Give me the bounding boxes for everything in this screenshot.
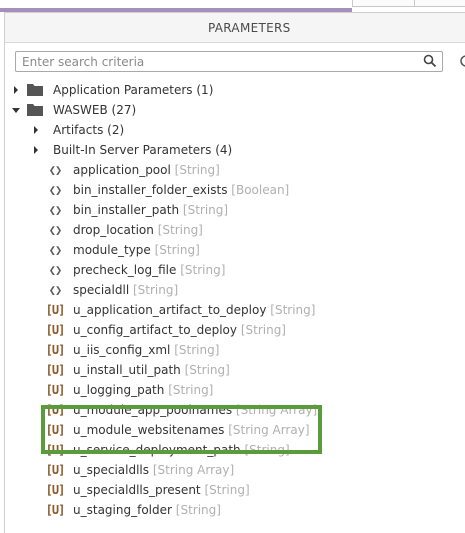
param-row[interactable]: ❮❯ bin_installer_path [String]	[5, 200, 405, 220]
param-label: u_install_util_path [String]	[73, 363, 230, 377]
param-row[interactable]: [U] u_specialdlls [String Array]	[5, 460, 405, 480]
tree-node-builtin-server-parameters[interactable]: Built-In Server Parameters (4)	[5, 140, 405, 160]
param-label: bin_installer_path [String]	[73, 203, 229, 217]
parameter-icon: ❮❯	[48, 243, 62, 257]
param-row[interactable]: ❮❯ application_pool [String]	[5, 160, 405, 180]
expand-arrow-icon[interactable]	[11, 85, 21, 95]
tree-node-artifacts[interactable]: Artifacts (2)	[5, 120, 405, 140]
param-row[interactable]: [U] u_config_artifact_to_deploy [String]	[5, 320, 405, 340]
param-row[interactable]: ❮❯ bin_installer_folder_exists [Boolean]	[5, 180, 405, 200]
tree-node-label: Application Parameters (1)	[53, 83, 214, 97]
param-label: bin_installer_folder_exists [Boolean]	[73, 183, 290, 197]
user-parameter-icon: [U]	[45, 323, 66, 337]
user-parameter-icon: [U]	[45, 463, 66, 477]
search-icon[interactable]	[423, 54, 437, 68]
user-parameter-icon: [U]	[45, 503, 66, 517]
param-label: u_specialdlls_present [String]	[73, 483, 250, 497]
folder-icon	[27, 104, 43, 116]
param-row[interactable]: [U] u_staging_folder [String]	[5, 500, 405, 520]
tree-node-label: Built-In Server Parameters (4)	[53, 143, 233, 157]
tree-node-label: Artifacts (2)	[53, 123, 125, 137]
param-label: drop_location [String]	[73, 223, 203, 237]
param-row[interactable]: [U] u_specialdlls_present [String]	[5, 480, 405, 500]
param-row[interactable]: [U] u_application_artifact_to_deploy [Str…	[5, 300, 405, 320]
search-input[interactable]	[16, 52, 422, 71]
param-label: u_config_artifact_to_deploy [String]	[73, 323, 286, 337]
param-row[interactable]: ❮❯ drop_location [String]	[5, 220, 405, 240]
expand-arrow-icon[interactable]	[31, 125, 41, 135]
folder-icon	[27, 84, 43, 96]
user-parameter-icon: [U]	[45, 363, 66, 377]
param-row[interactable]: ❮❯ specialdll [String]	[5, 280, 405, 300]
param-label: u_staging_folder [String]	[73, 503, 221, 517]
param-row[interactable]: ❮❯ module_type [String]	[5, 240, 405, 260]
tab-ontich[interactable]	[352, 0, 416, 7]
param-label: precheck_log_file [String]	[73, 263, 226, 277]
parameters-panel: PARAMETERS Application Parameters (1) WA…	[4, 12, 465, 533]
parameter-icon: ❮❯	[48, 183, 62, 197]
param-row[interactable]: ❮❯ precheck_log_file [String]	[5, 260, 405, 280]
tree-node-label: WASWEB (27)	[53, 103, 137, 117]
user-parameter-icon: [U]	[45, 343, 66, 357]
user-parameter-icon: [U]	[45, 383, 66, 397]
param-label: u_specialdlls [String Array]	[73, 463, 235, 477]
user-parameter-icon: [U]	[45, 303, 66, 317]
param-label: application_pool [String]	[73, 163, 220, 177]
parameter-icon: ❮❯	[48, 283, 62, 297]
user-parameter-icon: [U]	[45, 483, 66, 497]
param-row[interactable]: [U] u_iis_config_xml [String]	[5, 340, 405, 360]
parameter-icon: ❮❯	[48, 203, 62, 217]
param-label: specialdll [String]	[73, 283, 179, 297]
parameter-icon: ❮❯	[48, 263, 62, 277]
tree-node-application-parameters[interactable]: Application Parameters (1)	[5, 80, 405, 100]
param-label: u_iis_config_xml [String]	[73, 343, 220, 357]
param-label: u_application_artifact_to_deploy [String…	[73, 303, 316, 317]
param-label: module_type [String]	[73, 243, 200, 257]
panel-title: PARAMETERS	[5, 13, 465, 43]
refresh-icon[interactable]	[460, 54, 465, 68]
tab-usage[interactable]	[414, 0, 465, 7]
tree-node-wasweb[interactable]: WASWEB (27)	[5, 100, 405, 120]
param-row[interactable]: [U] u_install_util_path [String]	[5, 360, 405, 380]
highlight-box	[41, 405, 322, 454]
parameter-icon: ❮❯	[48, 223, 62, 237]
collapse-arrow-icon[interactable]	[11, 105, 21, 115]
parameter-icon: ❮❯	[48, 163, 62, 177]
param-row[interactable]: [U] u_logging_path [String]	[5, 380, 405, 400]
search-box[interactable]	[15, 51, 443, 72]
expand-arrow-icon[interactable]	[31, 145, 41, 155]
param-label: u_logging_path [String]	[73, 383, 214, 397]
